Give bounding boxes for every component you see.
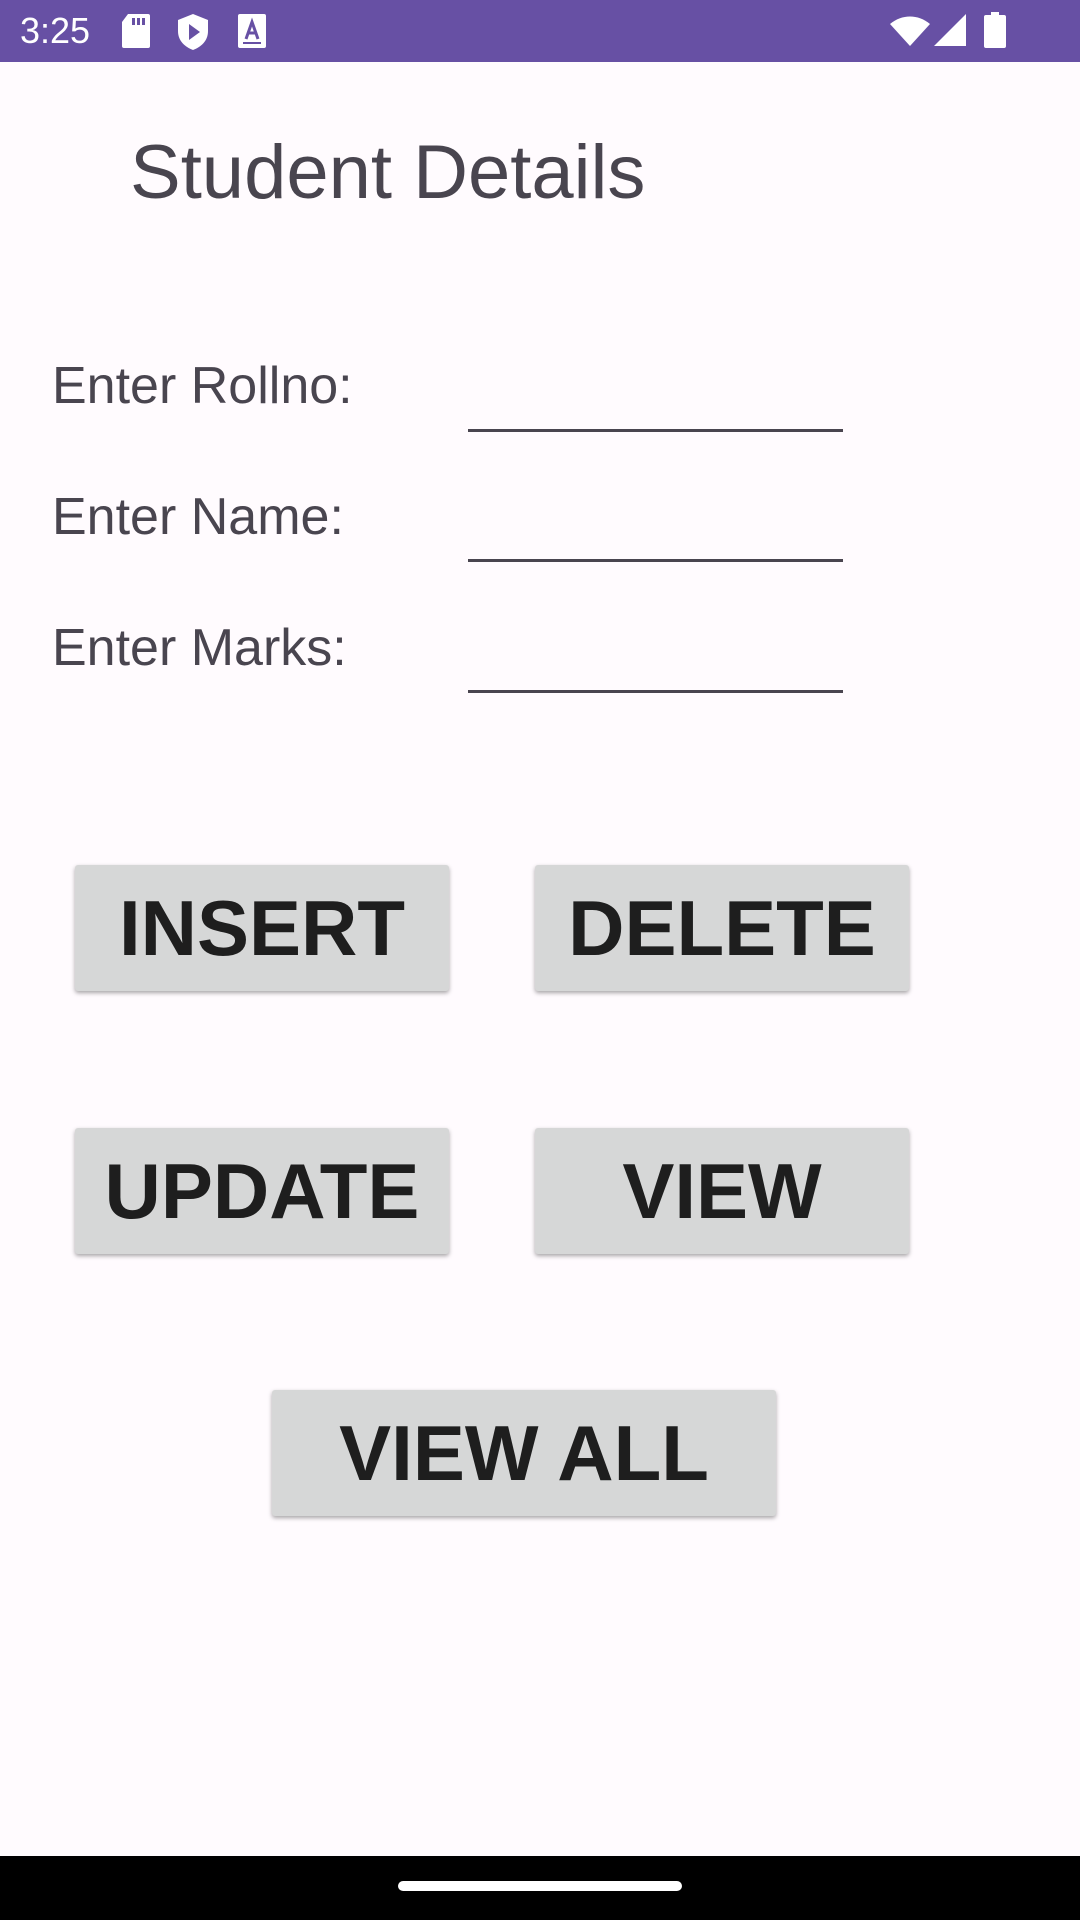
marks-field[interactable]	[468, 625, 843, 693]
play-protect-icon	[178, 14, 208, 55]
font-a-icon	[238, 14, 266, 53]
insert-button[interactable]: INSERT	[75, 865, 449, 991]
marks-label: Enter Marks:	[52, 619, 347, 677]
view-button[interactable]: VIEW	[535, 1128, 909, 1254]
rollno-field[interactable]	[468, 364, 843, 432]
update-button[interactable]: UPDATE	[75, 1128, 449, 1254]
main-screen: Student Details Enter Rollno: Enter Name…	[0, 62, 1080, 1856]
sd-card-icon	[122, 14, 150, 53]
page-title: Student Details	[130, 130, 646, 215]
wifi-icon	[890, 16, 930, 51]
status-time: 3:25	[20, 10, 91, 51]
signal-icon	[934, 14, 966, 51]
name-field[interactable]	[468, 494, 843, 562]
status-bar: 3:25	[0, 0, 1080, 62]
battery-icon	[984, 12, 1006, 53]
home-gesture-handle[interactable]	[398, 1881, 682, 1891]
view-all-button[interactable]: VIEW ALL	[272, 1390, 776, 1516]
delete-button[interactable]: DELETE	[535, 865, 909, 991]
rollno-label: Enter Rollno:	[52, 357, 353, 415]
name-label: Enter Name:	[52, 488, 344, 546]
navigation-bar	[0, 1856, 1080, 1920]
